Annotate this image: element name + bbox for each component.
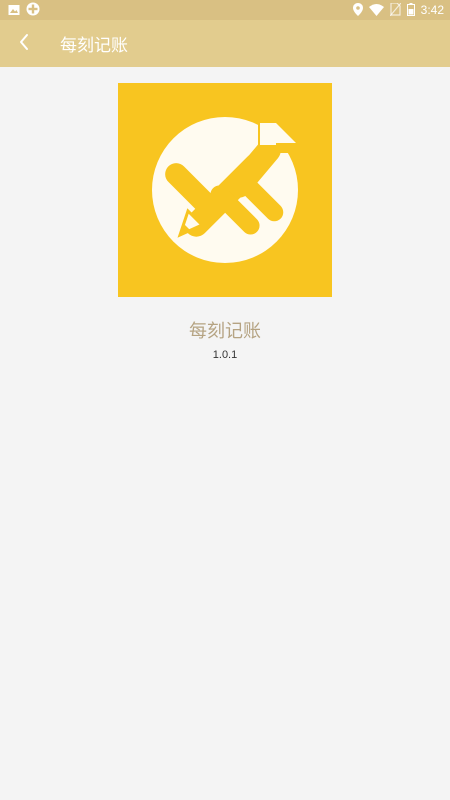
- page-title: 每刻记账: [60, 36, 128, 56]
- status-right: 3:42: [352, 1, 444, 20]
- chevron-left-icon: [18, 33, 30, 55]
- location-icon: [352, 1, 363, 20]
- pencil-yen-logo-icon: [152, 117, 302, 263]
- app-name: 每刻记账: [189, 321, 261, 342]
- about-content: 每刻记账 1.0.1: [0, 67, 450, 361]
- wifi-icon: [368, 1, 384, 20]
- battery-icon: [406, 1, 415, 20]
- back-button[interactable]: [0, 20, 48, 67]
- status-left: [8, 1, 40, 20]
- app-logo: [118, 83, 332, 297]
- status-time: 3:42: [420, 3, 444, 17]
- app-notification-icon: [26, 1, 40, 20]
- status-bar: 3:42: [0, 0, 450, 20]
- app-version: 1.0.1: [212, 349, 238, 361]
- app-bar: 每刻记账: [0, 20, 450, 67]
- image-icon: [8, 1, 20, 20]
- no-sim-icon: [389, 1, 402, 20]
